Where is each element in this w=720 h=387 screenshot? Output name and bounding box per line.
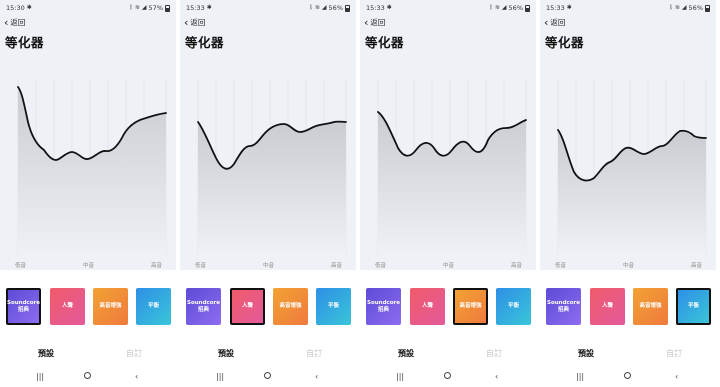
preset-label: 人聲 xyxy=(601,303,613,310)
preset-tile[interactable]: Soundcore招典 xyxy=(6,288,41,325)
equalizer-chart[interactable] xyxy=(360,0,536,270)
preset-tile[interactable]: 高音增強 xyxy=(633,288,668,325)
preset-tile[interactable]: Soundcore招典 xyxy=(366,288,401,325)
freq-label-high: 高音 xyxy=(151,263,163,269)
tab-presets[interactable]: 預設 xyxy=(578,348,594,359)
back-nav-icon[interactable]: ‹ xyxy=(495,372,498,382)
preset-label: Soundcore招典 xyxy=(367,299,400,313)
preset-tile[interactable]: 平衡 xyxy=(316,288,351,325)
recents-icon[interactable]: ||| xyxy=(576,372,584,382)
preset-label: Soundcore招典 xyxy=(547,299,580,313)
phone-screen: 15:30 ✱ ᛒ ≋ ◢ 57% ‹ 返回 等化器 低音 中音 高音 Soun… xyxy=(0,0,176,387)
preset-tile[interactable]: 平衡 xyxy=(496,288,531,325)
preset-tile[interactable]: 人聲 xyxy=(590,288,625,325)
equalizer-comparison-strip: 15:30 ✱ ᛒ ≋ ◢ 57% ‹ 返回 等化器 低音 中音 高音 Soun… xyxy=(0,0,720,387)
preset-tile[interactable]: Soundcore招典 xyxy=(546,288,581,325)
equalizer-chart[interactable] xyxy=(540,0,716,270)
freq-label-high: 高音 xyxy=(511,263,523,269)
tab-presets[interactable]: 預設 xyxy=(38,348,54,359)
preset-tile[interactable]: 人聲 xyxy=(410,288,445,325)
phone-screen: 15:33 ✱ ᛒ ≋ ◢ 56% ‹ 返回 等化器 低音 中音 高音 Soun… xyxy=(360,0,536,387)
preset-label: 平衡 xyxy=(507,303,519,310)
preset-label: 人聲 xyxy=(421,303,433,310)
preset-label: 平衡 xyxy=(147,303,159,310)
home-icon[interactable] xyxy=(264,372,271,382)
freq-label-mid: 中音 xyxy=(263,263,275,269)
freq-label-low: 低音 xyxy=(555,263,567,269)
recents-icon[interactable]: ||| xyxy=(216,372,224,382)
preset-tile[interactable]: 人聲 xyxy=(230,288,265,325)
back-nav-icon[interactable]: ‹ xyxy=(675,372,678,382)
preset-tile[interactable]: 人聲 xyxy=(50,288,85,325)
eq-curve-fill xyxy=(378,112,526,256)
home-icon[interactable] xyxy=(624,372,631,382)
home-icon[interactable] xyxy=(84,372,91,382)
home-icon[interactable] xyxy=(444,372,451,382)
preset-row: Soundcore招典 人聲 高音增強 平衡 xyxy=(180,288,356,328)
freq-label-high: 高音 xyxy=(691,263,703,269)
preset-label: 高音增強 xyxy=(639,303,662,310)
tab-custom[interactable]: 自訂 xyxy=(126,348,142,359)
preset-label: Soundcore招典 xyxy=(7,299,40,313)
tab-presets[interactable]: 預設 xyxy=(398,348,414,359)
preset-tile[interactable]: 平衡 xyxy=(676,288,711,325)
freq-label-mid: 中音 xyxy=(83,263,95,269)
preset-label: Soundcore招典 xyxy=(187,299,220,313)
preset-label: 人聲 xyxy=(61,303,73,310)
freq-label-mid: 中音 xyxy=(443,263,455,269)
preset-tile[interactable]: 高音增強 xyxy=(453,288,488,325)
freq-label-mid: 中音 xyxy=(623,263,635,269)
preset-tile[interactable]: 高音增強 xyxy=(273,288,308,325)
phone-screen: 15:33 ✱ ᛒ ≋ ◢ 56% ‹ 返回 等化器 低音 中音 高音 Soun… xyxy=(540,0,716,387)
equalizer-chart[interactable] xyxy=(180,0,356,270)
tab-presets[interactable]: 預設 xyxy=(218,348,234,359)
preset-label: 高音增強 xyxy=(279,303,302,310)
preset-label: 平衡 xyxy=(327,303,339,310)
back-nav-icon[interactable]: ‹ xyxy=(135,372,138,382)
preset-tile[interactable]: 高音增強 xyxy=(93,288,128,325)
preset-row: Soundcore招典 人聲 高音增強 平衡 xyxy=(0,288,176,328)
freq-label-low: 低音 xyxy=(195,263,207,269)
preset-tile[interactable]: 平衡 xyxy=(136,288,171,325)
tab-custom[interactable]: 自訂 xyxy=(306,348,322,359)
tab-custom[interactable]: 自訂 xyxy=(666,348,682,359)
eq-curve-fill xyxy=(198,121,346,256)
preset-row: Soundcore招典 人聲 高音增強 平衡 xyxy=(360,288,536,328)
preset-label: 平衡 xyxy=(687,303,699,310)
preset-label: 高音增強 xyxy=(99,303,122,310)
freq-label-low: 低音 xyxy=(375,263,387,269)
back-nav-icon[interactable]: ‹ xyxy=(315,372,318,382)
phone-screen: 15:33 ✱ ᛒ ≋ ◢ 56% ‹ 返回 等化器 低音 中音 高音 Soun… xyxy=(180,0,356,387)
recents-icon[interactable]: ||| xyxy=(36,372,44,382)
tab-custom[interactable]: 自訂 xyxy=(486,348,502,359)
recents-icon[interactable]: ||| xyxy=(396,372,404,382)
equalizer-chart[interactable] xyxy=(0,0,176,270)
preset-label: 人聲 xyxy=(241,303,253,310)
preset-label: 高音增強 xyxy=(459,303,482,310)
preset-tile[interactable]: Soundcore招典 xyxy=(186,288,221,325)
freq-label-high: 高音 xyxy=(331,263,343,269)
freq-label-low: 低音 xyxy=(15,263,27,269)
preset-row: Soundcore招典 人聲 高音增強 平衡 xyxy=(540,288,716,328)
